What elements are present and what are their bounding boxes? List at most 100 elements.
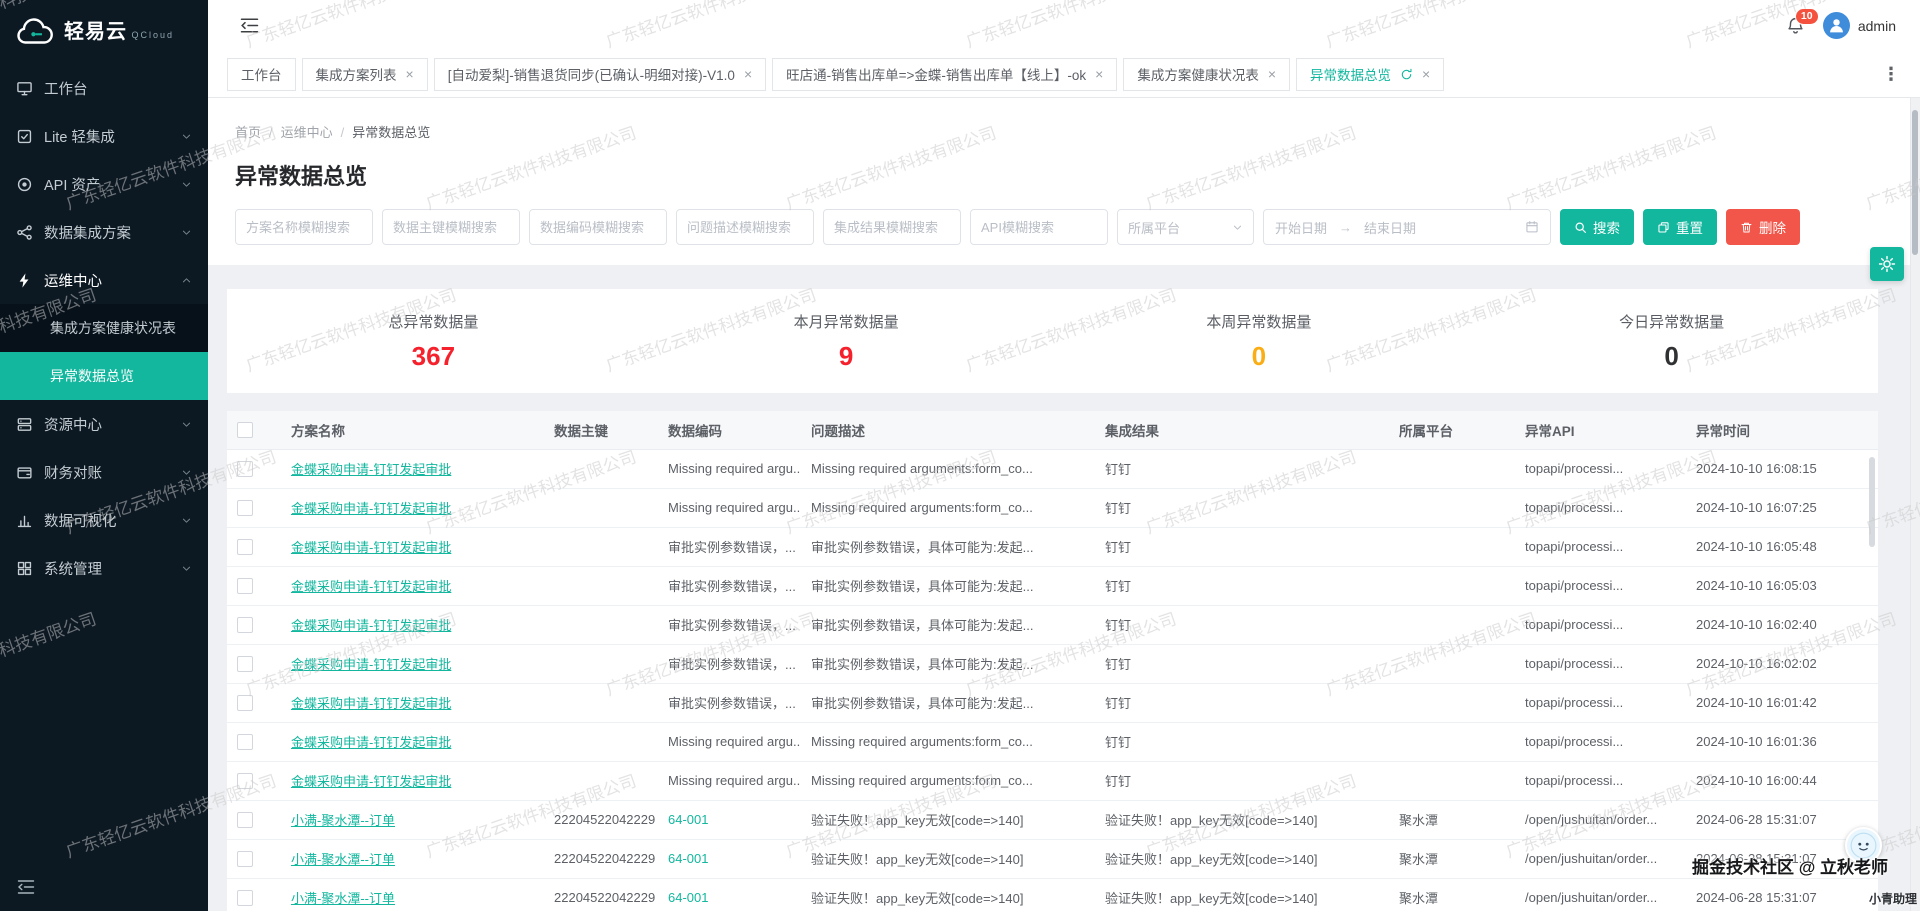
close-icon[interactable]: × — [406, 67, 414, 81]
select-all-checkbox[interactable] — [237, 422, 253, 438]
sidebar-subitem[interactable]: 集成方案健康状况表 — [0, 304, 208, 352]
scheme-name-link[interactable]: 金蝶采购申请-钉钉发起审批 — [291, 696, 451, 711]
row-checkbox[interactable] — [237, 890, 253, 906]
stat-value: 367 — [227, 341, 640, 372]
table-cell: 聚水潭 — [1389, 878, 1515, 911]
calendar-icon — [1525, 220, 1539, 234]
tab-item[interactable]: 集成方案健康状况表× — [1123, 58, 1290, 91]
breadcrumb-item[interactable]: 运维中心 — [281, 125, 333, 140]
tab-item[interactable]: 集成方案列表× — [302, 58, 428, 91]
table-cell: 金蝶采购申请-钉钉发起审批 — [281, 605, 544, 644]
row-checkbox-cell — [227, 878, 281, 911]
reset-button[interactable]: 重置 — [1643, 209, 1717, 245]
row-checkbox-cell — [227, 566, 281, 605]
row-checkbox[interactable] — [237, 734, 253, 750]
row-checkbox[interactable] — [237, 812, 253, 828]
row-checkbox[interactable] — [237, 773, 253, 789]
sidebar-item[interactable]: Lite 轻集成 — [0, 112, 208, 160]
close-icon[interactable]: × — [1095, 67, 1103, 81]
tabs-more-icon[interactable]: ⋮ — [1870, 64, 1912, 85]
scheme-name-link[interactable]: 金蝶采购申请-钉钉发起审批 — [291, 462, 451, 477]
sidebar-item[interactable]: API 资产 — [0, 160, 208, 208]
tab-item[interactable]: 工作台 — [227, 58, 296, 91]
row-checkbox[interactable] — [237, 851, 253, 867]
table-cell: 审批实例参数错误，... — [658, 605, 801, 644]
sidebar-item[interactable]: 数据集成方案 — [0, 208, 208, 256]
sidebar-item[interactable]: 系统管理 — [0, 544, 208, 592]
sidebar-item[interactable]: 工作台 — [0, 64, 208, 112]
stat-value: 9 — [640, 341, 1053, 372]
close-icon[interactable]: × — [744, 67, 752, 81]
data-code-link[interactable]: 64-001 — [658, 878, 801, 911]
table-cell: 钉钉 — [1095, 722, 1389, 761]
filter-input[interactable] — [676, 209, 814, 245]
sidebar-item[interactable]: 财务对账 — [0, 448, 208, 496]
scheme-name-link[interactable]: 小满-聚水潭--订单 — [291, 813, 395, 828]
sidebar-item[interactable]: 数据可视化 — [0, 496, 208, 544]
table-cell — [1389, 722, 1515, 761]
collapse-sidebar-icon[interactable] — [17, 879, 35, 895]
close-icon[interactable]: × — [1268, 67, 1276, 81]
scheme-name-link[interactable]: 金蝶采购申请-钉钉发起审批 — [291, 657, 451, 672]
filter-input[interactable] — [823, 209, 961, 245]
row-checkbox[interactable] — [237, 500, 253, 516]
table-cell: 验证失败！app_key无效[code=>140] — [801, 878, 1095, 911]
column-header: 数据主键 — [544, 411, 658, 449]
notification-bell-icon[interactable]: 10 — [1786, 16, 1805, 36]
scheme-name-link[interactable]: 金蝶采购申请-钉钉发起审批 — [291, 501, 451, 516]
row-checkbox[interactable] — [237, 656, 253, 672]
scheme-name-link[interactable]: 金蝶采购申请-钉钉发起审批 — [291, 540, 451, 555]
filter-input[interactable] — [235, 209, 373, 245]
settings-fab[interactable] — [1870, 247, 1904, 281]
tab-active[interactable]: 异常数据总览× — [1296, 58, 1444, 91]
tab-item[interactable]: [自动爱梨]-销售退货同步(已确认-明细对接)-V1.0× — [434, 58, 766, 91]
table-cell: /open/jushuitan/order... — [1515, 839, 1686, 878]
brand-logo[interactable]: 轻易云 QCloud — [0, 0, 208, 64]
platform-select[interactable]: 所属平台 — [1117, 209, 1254, 245]
tab-item[interactable]: 旺店通-销售出库单=>金蝶-销售出库单【线上】-ok× — [772, 58, 1117, 91]
scheme-name-link[interactable]: 金蝶采购申请-钉钉发起审批 — [291, 735, 451, 750]
scheme-name-link[interactable]: 小满-聚水潭--订单 — [291, 852, 395, 867]
community-credit: 掘金技术社区 @ 立秋老师 — [1692, 853, 1888, 878]
row-checkbox[interactable] — [237, 617, 253, 633]
data-code-link[interactable]: 64-001 — [658, 839, 801, 878]
row-checkbox[interactable] — [237, 695, 253, 711]
header-checkbox-cell — [227, 411, 281, 449]
table-cell: topapi/processi... — [1515, 761, 1686, 800]
page-scrollbar-thumb[interactable] — [1912, 110, 1918, 255]
row-checkbox[interactable] — [237, 539, 253, 555]
row-checkbox[interactable] — [237, 578, 253, 594]
date-range-picker[interactable]: 开始日期 → 结束日期 — [1263, 209, 1551, 245]
scheme-name-link[interactable]: 小满-聚水潭--订单 — [291, 891, 395, 906]
row-checkbox-cell — [227, 800, 281, 839]
filter-input[interactable] — [970, 209, 1108, 245]
row-checkbox[interactable] — [237, 461, 253, 477]
delete-button[interactable]: 删除 — [1726, 209, 1800, 245]
scheme-name-link[interactable]: 金蝶采购申请-钉钉发起审批 — [291, 579, 451, 594]
scheme-name-link[interactable]: 金蝶采购申请-钉钉发起审批 — [291, 618, 451, 633]
sidebar-item[interactable]: 运维中心 — [0, 256, 208, 304]
collapse-menu-icon[interactable] — [240, 17, 259, 34]
table-cell: 钉钉 — [1095, 683, 1389, 722]
scheme-name-link[interactable]: 金蝶采购申请-钉钉发起审批 — [291, 774, 451, 789]
breadcrumb-item[interactable]: 首页 — [235, 125, 261, 140]
user-menu[interactable]: admin — [1823, 12, 1896, 39]
table-cell: 审批实例参数错误，具体可能为:发起... — [801, 683, 1095, 722]
main-area: 10 admin 工作台集成方案列表×[自动爱梨]-销售退货同步(已确认-明细对… — [208, 0, 1920, 911]
sidebar-subitem[interactable]: 异常数据总览 — [0, 352, 208, 400]
table-scrollbar-thumb[interactable] — [1869, 457, 1875, 547]
search-button[interactable]: 搜索 — [1560, 209, 1634, 245]
filter-input[interactable] — [529, 209, 667, 245]
stat-block: 今日异常数据量0 — [1465, 311, 1878, 372]
refresh-icon[interactable] — [1400, 68, 1413, 81]
date-start-placeholder: 开始日期 — [1275, 218, 1327, 237]
data-code-link[interactable]: 64-001 — [658, 800, 801, 839]
table-cell: 验证失败！app_key无效[code=>140] — [801, 839, 1095, 878]
sidebar-item[interactable]: 资源中心 — [0, 400, 208, 448]
table-cell: 聚水潭 — [1389, 839, 1515, 878]
filter-input[interactable] — [382, 209, 520, 245]
table-cell: 金蝶采购申请-钉钉发起审批 — [281, 722, 544, 761]
data-integration-icon — [16, 224, 33, 241]
stats-card: 总异常数据量367本月异常数据量9本周异常数据量0今日异常数据量0 — [227, 289, 1878, 393]
close-icon[interactable]: × — [1422, 67, 1430, 81]
